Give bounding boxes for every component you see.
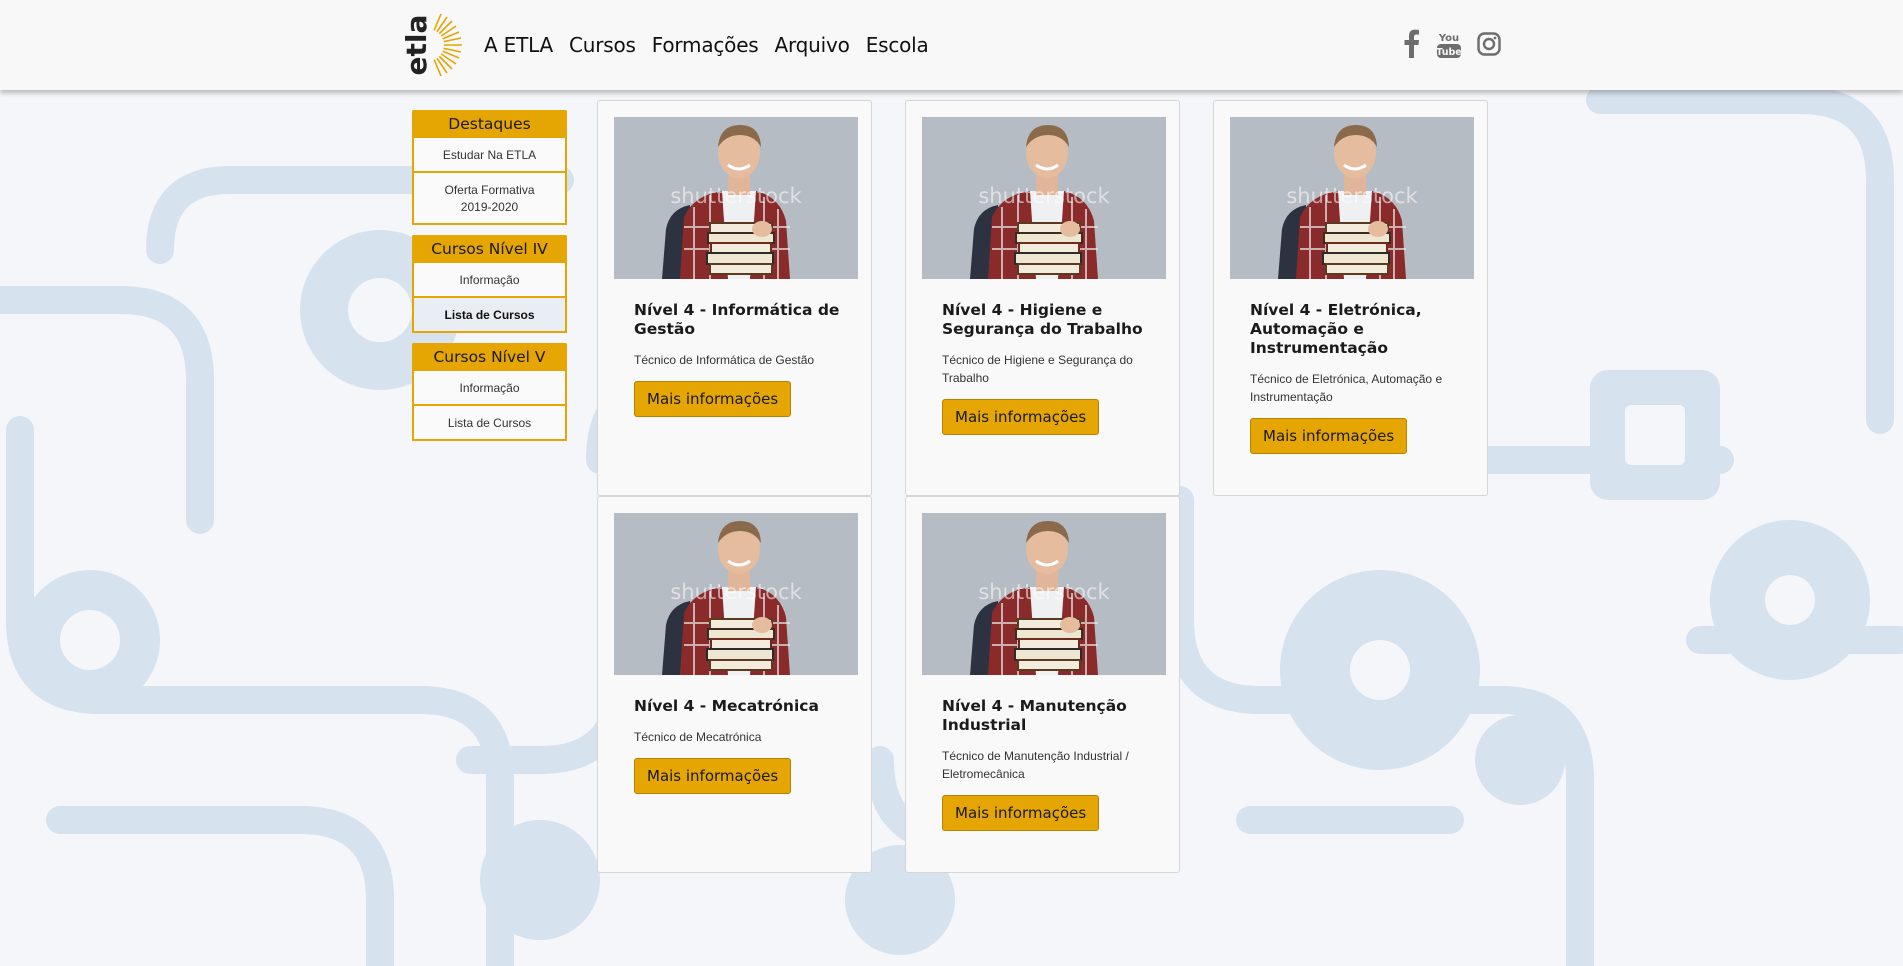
instagram-icon[interactable] [1477, 32, 1501, 56]
course-image: shutterstock [922, 117, 1166, 279]
sidebar: Destaques Estudar Na ETLA Oferta Formati… [412, 110, 567, 451]
course-title: Nível 4 - Higiene e Segurança do Trabalh… [942, 301, 1143, 338]
sidebar-item-informacao-iv[interactable]: Informação [412, 263, 567, 298]
course-image: shutterstock [922, 513, 1166, 675]
nav-a-etla[interactable]: A ETLA [484, 33, 553, 57]
sidebar-heading: Cursos Nível V [412, 343, 567, 371]
youtube-icon[interactable]: You Tube [1436, 30, 1462, 60]
logo-text: etla [400, 15, 433, 76]
site-header: etla A ETLA Cursos Formações Arquivo Esc… [0, 0, 1903, 90]
sidebar-group-nivel-v: Cursos Nível V Informação Lista de Curso… [412, 343, 567, 441]
course-card: shutterstock Nível 4 - Mecatrónica Técni… [597, 496, 872, 873]
course-image: shutterstock [1230, 117, 1474, 279]
sidebar-heading: Cursos Nível IV [412, 235, 567, 263]
youtube-text-bottom: Tube [1436, 47, 1461, 58]
course-card: shutterstock Nível 4 - Higiene e Seguran… [905, 100, 1180, 496]
sidebar-item-lista-cursos-v[interactable]: Lista de Cursos [412, 406, 567, 441]
watermark-text: shutterstock [670, 580, 802, 604]
course-title: Nível 4 - Mecatrónica [634, 697, 819, 715]
course-card-body: Nível 4 - Mecatrónica Técnico de Mecatró… [634, 697, 844, 794]
more-info-button[interactable]: Mais informações [634, 381, 792, 417]
sidebar-group-nivel-iv: Cursos Nível IV Informação Lista de Curs… [412, 235, 567, 333]
course-card: shutterstock Nível 4 - Eletrónica, Autom… [1213, 100, 1488, 496]
course-description: Técnico de Eletrónica, Automação e Instr… [1250, 372, 1443, 404]
more-info-button[interactable]: Mais informações [942, 795, 1100, 831]
nav-arquivo[interactable]: Arquivo [775, 33, 850, 57]
watermark-text: shutterstock [670, 184, 802, 208]
sidebar-heading: Destaques [412, 110, 567, 138]
course-card-body: Nível 4 - Higiene e Segurança do Trabalh… [942, 301, 1152, 435]
watermark-text: shutterstock [1286, 184, 1418, 208]
course-description: Técnico de Manutenção Industrial / Eletr… [942, 749, 1129, 781]
course-description: Técnico de Higiene e Segurança do Trabal… [942, 353, 1133, 385]
nav-formacoes[interactable]: Formações [652, 33, 759, 57]
more-info-button[interactable]: Mais informações [634, 758, 792, 794]
facebook-icon[interactable] [1402, 28, 1420, 58]
course-card-body: Nível 4 - Manutenção Industrial Técnico … [942, 697, 1152, 831]
course-card: shutterstock Nível 4 - Informática de Ge… [597, 100, 872, 496]
sidebar-item-informacao-v[interactable]: Informação [412, 371, 567, 406]
course-image: shutterstock [614, 513, 858, 675]
main-nav: A ETLA Cursos Formações Arquivo Escola [484, 33, 929, 57]
nav-escola[interactable]: Escola [866, 33, 929, 57]
sidebar-item-lista-cursos-iv[interactable]: Lista de Cursos [412, 298, 567, 333]
course-card-body: Nível 4 - Informática de Gestão Técnico … [634, 301, 844, 417]
course-title: Nível 4 - Informática de Gestão [634, 301, 840, 338]
course-image: shutterstock [614, 117, 858, 279]
course-description: Técnico de Informática de Gestão [634, 353, 815, 367]
course-card: shutterstock Nível 4 - Manutenção Indust… [905, 496, 1180, 873]
more-info-button[interactable]: Mais informações [1250, 418, 1408, 454]
course-card-body: Nível 4 - Eletrónica, Automação e Instru… [1250, 301, 1460, 454]
sidebar-item-oferta[interactable]: Oferta Formativa 2019-2020 [412, 173, 567, 225]
course-title: Nível 4 - Manutenção Industrial [942, 697, 1127, 734]
youtube-text-top: You [1438, 33, 1459, 44]
course-title: Nível 4 - Eletrónica, Automação e Instru… [1250, 301, 1422, 357]
course-description: Técnico de Mecatrónica [634, 730, 762, 744]
watermark-text: shutterstock [978, 184, 1110, 208]
watermark-text: shutterstock [978, 580, 1110, 604]
nav-cursos[interactable]: Cursos [569, 33, 636, 57]
more-info-button[interactable]: Mais informações [942, 399, 1100, 435]
sidebar-item-estudar[interactable]: Estudar Na ETLA [412, 138, 567, 173]
sidebar-group-destaques: Destaques Estudar Na ETLA Oferta Formati… [412, 110, 567, 225]
etla-logo[interactable]: etla [398, 10, 464, 80]
